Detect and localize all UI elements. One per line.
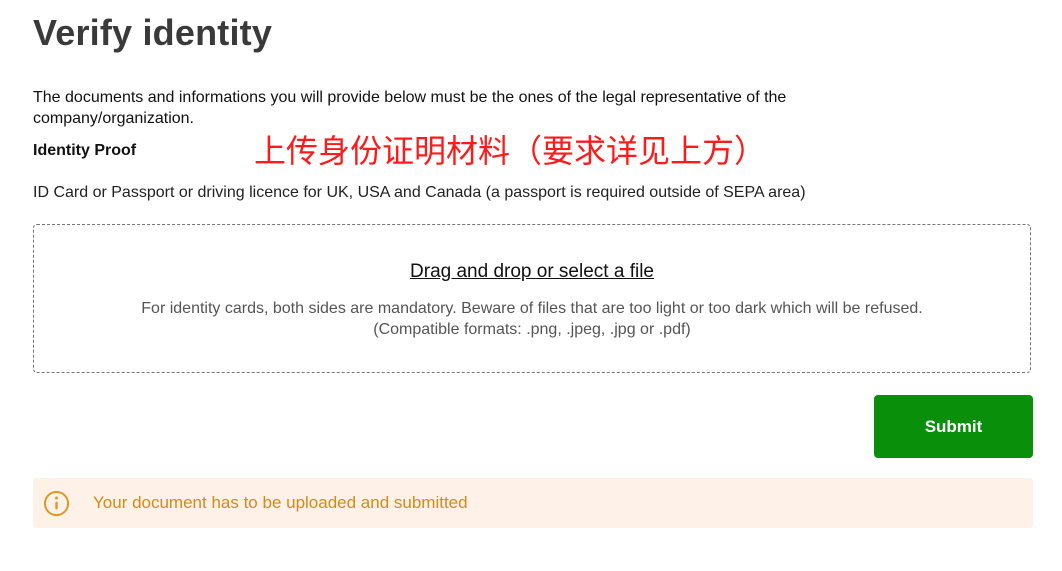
chinese-annotation: 上传身份证明材料（要求详见上方） <box>254 132 767 170</box>
select-file-link[interactable]: Drag and drop or select a file <box>34 261 1030 283</box>
page-title: Verify identity <box>33 12 273 53</box>
identity-proof-label: Identity Proof <box>33 142 137 159</box>
verify-identity-page: Verify identity The documents and inform… <box>0 0 1062 571</box>
accepted-documents-text: ID Card or Passport or driving licence f… <box>33 184 806 201</box>
dropzone-note-line-1: For identity cards, both sides are manda… <box>141 300 923 317</box>
notice-text: Your document has to be uploaded and sub… <box>93 493 468 512</box>
dropzone-note-line-2: (Compatible formats: .png, .jpeg, .jpg o… <box>373 321 691 338</box>
intro-text: The documents and informations you will … <box>33 89 787 127</box>
upload-notice: Your document has to be uploaded and sub… <box>33 478 1033 528</box>
info-circle-icon <box>43 490 70 516</box>
dropzone-note: For identity cards, both sides are manda… <box>34 298 1030 340</box>
submit-button[interactable]: Submit <box>874 395 1033 458</box>
file-dropzone[interactable]: Drag and drop or select a file For ident… <box>33 224 1031 373</box>
